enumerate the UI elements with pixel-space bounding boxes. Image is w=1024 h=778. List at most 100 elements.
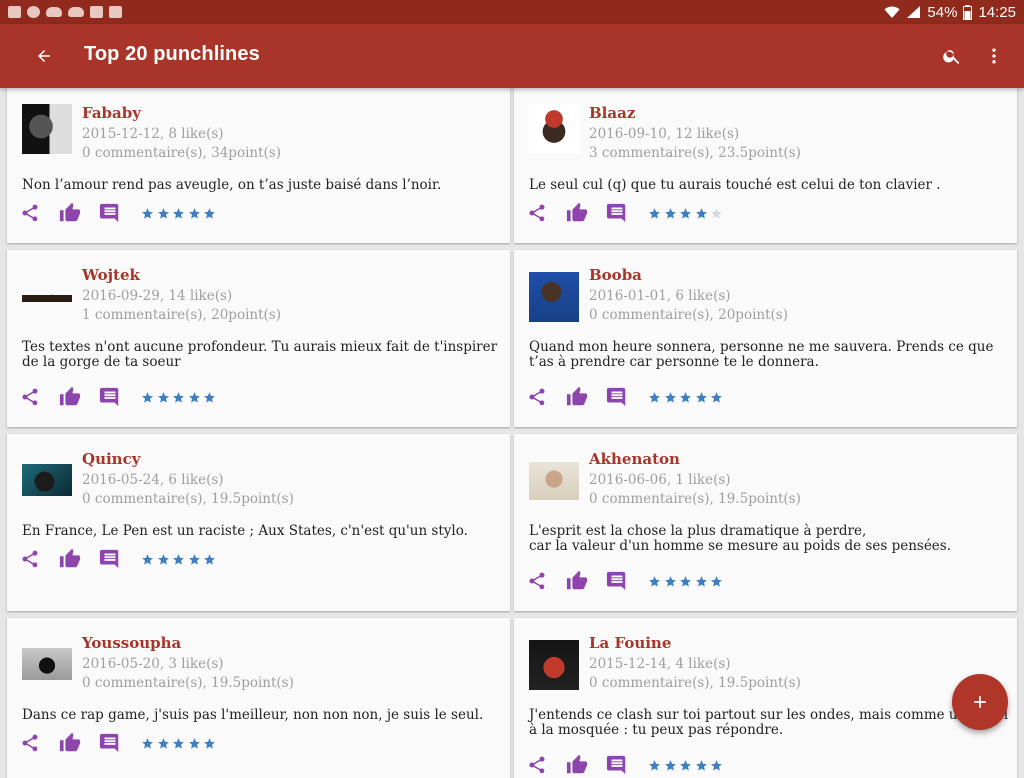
like-button[interactable] <box>564 200 590 226</box>
comment-button[interactable] <box>97 200 123 226</box>
star-icon[interactable] <box>664 759 677 772</box>
star-icon[interactable] <box>710 207 723 220</box>
comment-button[interactable] <box>604 568 630 594</box>
star-icon[interactable] <box>710 391 723 404</box>
star-icon[interactable] <box>141 391 154 404</box>
rating-stars[interactable] <box>141 207 219 220</box>
avatar[interactable] <box>529 104 579 154</box>
punchline-card[interactable]: Blaaz 2016-09-10, 12 like(s) 3 commentai… <box>514 88 1017 243</box>
star-icon[interactable] <box>664 575 677 588</box>
share-button[interactable] <box>17 384 43 410</box>
star-icon[interactable] <box>172 553 185 566</box>
like-button[interactable] <box>57 546 83 572</box>
star-icon[interactable] <box>648 207 661 220</box>
share-button[interactable] <box>524 752 550 778</box>
rating-stars[interactable] <box>141 553 219 566</box>
star-icon[interactable] <box>188 737 201 750</box>
star-icon[interactable] <box>172 207 185 220</box>
author-name[interactable]: Booba <box>589 266 642 284</box>
share-button[interactable] <box>524 200 550 226</box>
avatar[interactable] <box>22 464 72 496</box>
rating-stars[interactable] <box>648 207 726 220</box>
star-icon[interactable] <box>157 737 170 750</box>
punchline-card[interactable]: La Fouine 2015-12-14, 4 like(s) 0 commen… <box>514 618 1017 778</box>
like-button[interactable] <box>57 200 83 226</box>
star-icon[interactable] <box>157 207 170 220</box>
comment-button[interactable] <box>604 384 630 410</box>
rating-stars[interactable] <box>141 391 219 404</box>
comment-button[interactable] <box>604 200 630 226</box>
share-button[interactable] <box>524 384 550 410</box>
overflow-menu-button[interactable] <box>978 40 1010 72</box>
author-name[interactable]: Fababy <box>82 104 141 122</box>
punchline-card[interactable]: Youssoupha 2016-05-20, 3 like(s) 0 comme… <box>7 618 510 778</box>
star-icon[interactable] <box>679 759 692 772</box>
punchline-card[interactable]: Booba 2016-01-01, 6 like(s) 0 commentair… <box>514 250 1017 427</box>
star-icon[interactable] <box>679 207 692 220</box>
star-icon[interactable] <box>188 391 201 404</box>
rating-stars[interactable] <box>648 759 726 772</box>
star-icon[interactable] <box>648 391 661 404</box>
avatar[interactable] <box>529 640 579 690</box>
comment-button[interactable] <box>97 730 123 756</box>
like-button[interactable] <box>57 384 83 410</box>
like-button[interactable] <box>564 752 590 778</box>
share-button[interactable] <box>524 568 550 594</box>
like-button[interactable] <box>564 568 590 594</box>
back-button[interactable] <box>28 40 60 72</box>
avatar[interactable] <box>22 288 72 308</box>
search-button[interactable] <box>936 40 968 72</box>
star-icon[interactable] <box>679 575 692 588</box>
star-icon[interactable] <box>695 391 708 404</box>
avatar[interactable] <box>22 648 72 680</box>
star-icon[interactable] <box>141 737 154 750</box>
rating-stars[interactable] <box>648 391 726 404</box>
author-name[interactable]: Youssoupha <box>82 634 181 652</box>
star-icon[interactable] <box>141 207 154 220</box>
star-icon[interactable] <box>664 207 677 220</box>
avatar[interactable] <box>22 104 72 154</box>
star-icon[interactable] <box>203 737 216 750</box>
star-icon[interactable] <box>710 759 723 772</box>
avatar[interactable] <box>529 462 579 500</box>
author-name[interactable]: Wojtek <box>82 266 140 284</box>
comment-button[interactable] <box>97 384 123 410</box>
share-button[interactable] <box>17 200 43 226</box>
star-icon[interactable] <box>664 391 677 404</box>
star-icon[interactable] <box>172 391 185 404</box>
star-icon[interactable] <box>203 553 216 566</box>
author-name[interactable]: Akhenaton <box>589 450 680 468</box>
punchline-card[interactable]: Fababy 2015-12-12, 8 like(s) 0 commentai… <box>7 88 510 243</box>
star-icon[interactable] <box>648 575 661 588</box>
star-icon[interactable] <box>157 553 170 566</box>
author-name[interactable]: Blaaz <box>589 104 635 122</box>
avatar[interactable] <box>529 272 579 322</box>
punchline-card[interactable]: Quincy 2016-05-24, 6 like(s) 0 commentai… <box>7 434 510 611</box>
like-button[interactable] <box>57 730 83 756</box>
share-button[interactable] <box>17 546 43 572</box>
star-icon[interactable] <box>203 391 216 404</box>
comment-button[interactable] <box>97 546 123 572</box>
author-name[interactable]: Quincy <box>82 450 140 468</box>
star-icon[interactable] <box>710 575 723 588</box>
share-button[interactable] <box>17 730 43 756</box>
punchline-card[interactable]: Wojtek 2016-09-29, 14 like(s) 1 commenta… <box>7 250 510 427</box>
star-icon[interactable] <box>695 759 708 772</box>
star-icon[interactable] <box>679 391 692 404</box>
rating-stars[interactable] <box>141 737 219 750</box>
star-icon[interactable] <box>648 759 661 772</box>
star-icon[interactable] <box>188 553 201 566</box>
punchline-card[interactable]: Akhenaton 2016-06-06, 1 like(s) 0 commen… <box>514 434 1017 611</box>
add-punchline-button[interactable] <box>952 674 1008 730</box>
rating-stars[interactable] <box>648 575 726 588</box>
star-icon[interactable] <box>695 207 708 220</box>
star-icon[interactable] <box>172 737 185 750</box>
author-name[interactable]: La Fouine <box>589 634 671 652</box>
star-icon[interactable] <box>188 207 201 220</box>
star-icon[interactable] <box>203 207 216 220</box>
like-button[interactable] <box>564 384 590 410</box>
star-icon[interactable] <box>695 575 708 588</box>
comment-button[interactable] <box>604 752 630 778</box>
star-icon[interactable] <box>157 391 170 404</box>
star-icon[interactable] <box>141 553 154 566</box>
